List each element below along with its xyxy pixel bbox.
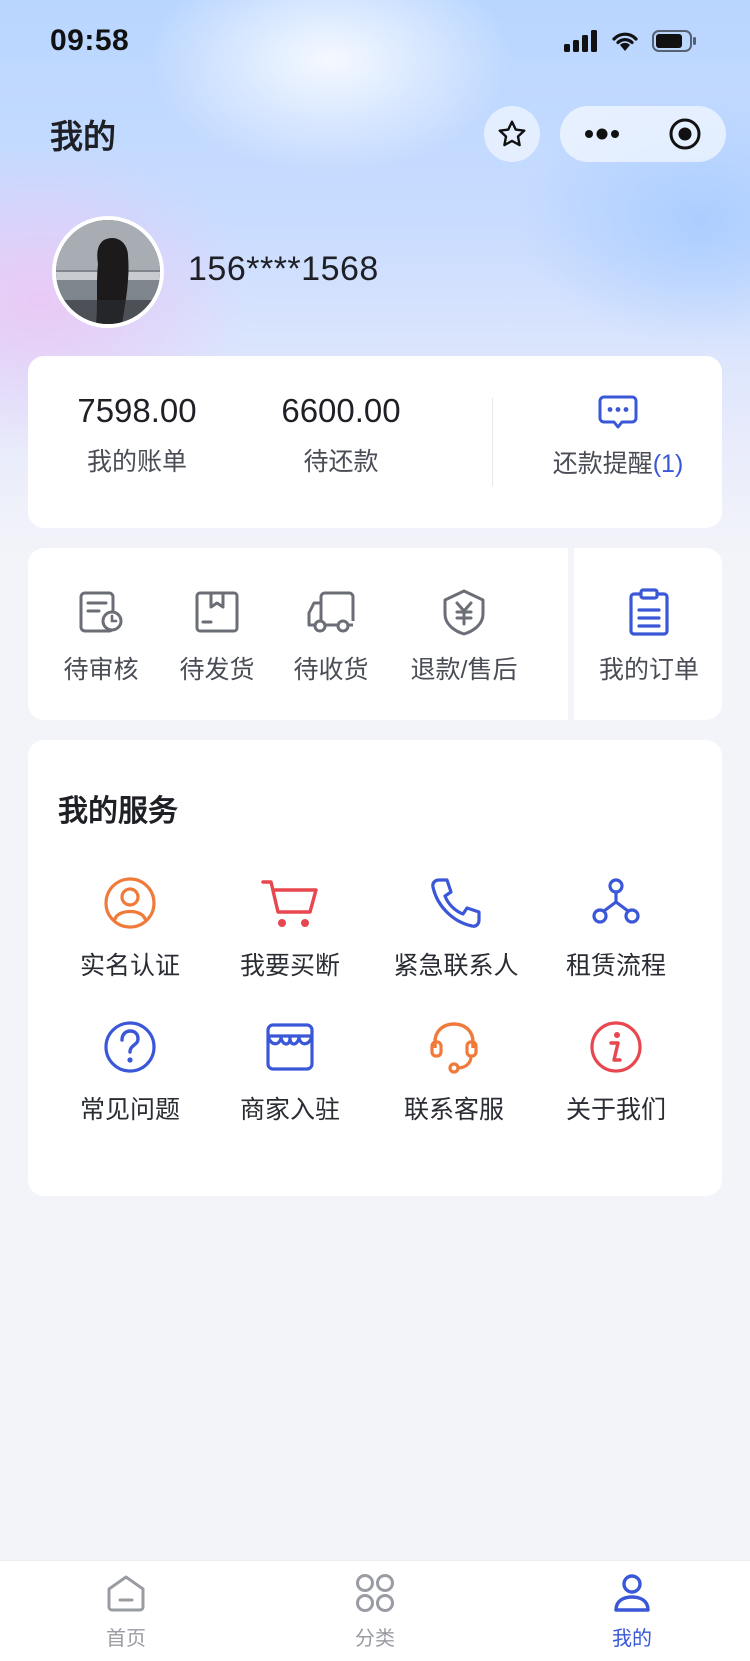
tab-label: 我的	[612, 1628, 652, 1650]
service-buyout[interactable]: 我要买断	[210, 872, 370, 982]
user-icon	[614, 1574, 650, 1612]
my-bill-label: 我的账单	[86, 448, 187, 476]
service-faq[interactable]: 常见问题	[50, 1016, 210, 1126]
service-real-name-auth[interactable]: 实名认证	[50, 872, 210, 982]
service-label: 商家入驻	[239, 1096, 340, 1124]
order-refund-aftersale[interactable]: 退款/售后	[394, 586, 534, 686]
service-label: 关于我们	[565, 1096, 666, 1124]
target-icon	[669, 118, 700, 150]
services-title: 我的服务	[58, 795, 178, 828]
divider	[492, 398, 493, 486]
service-label: 常见问题	[79, 1096, 180, 1124]
wifi-icon	[612, 32, 638, 51]
service-label: 紧急联系人	[393, 952, 519, 980]
clipboard-icon	[629, 588, 669, 636]
message-icon	[598, 395, 638, 429]
close-miniprogram-button[interactable]	[643, 106, 726, 162]
favorite-button[interactable]	[484, 106, 540, 162]
service-label: 实名认证	[79, 952, 180, 980]
miniprogram-capsule	[560, 106, 726, 162]
refund-shield-icon	[443, 589, 485, 636]
status-time: 09:58	[50, 24, 130, 57]
category-icon	[356, 1574, 394, 1612]
question-icon	[104, 1021, 156, 1073]
pending-repayment-value: 6600.00	[281, 392, 401, 429]
services-card: 我的服务 实名认证 我要买断 紧急联系人 租赁流程 常见问题 商家入驻 联系客服…	[28, 740, 722, 1196]
tab-label: 分类	[355, 1628, 395, 1650]
service-emergency-contact[interactable]: 紧急联系人	[376, 872, 536, 982]
order-label: 待收货	[293, 656, 369, 684]
avatar[interactable]	[52, 216, 164, 328]
order-label: 待发货	[179, 656, 255, 684]
order-to-ship[interactable]: 待发货	[174, 586, 260, 686]
page-title: 我的	[50, 118, 116, 155]
tab-category[interactable]: 分类	[315, 1573, 435, 1651]
signal-icon	[564, 30, 597, 52]
more-dots-icon	[584, 128, 619, 140]
reminder-label: 还款提醒	[552, 450, 653, 478]
tab-bar: 首页 分类 我的	[0, 1560, 750, 1661]
more-button[interactable]	[560, 106, 643, 162]
star-icon	[498, 120, 526, 147]
user-verify-icon	[104, 877, 156, 929]
orders-card: 待审核 待发货 待收货 退款/售后 我的订单	[28, 548, 722, 720]
username: 156****1568	[188, 250, 379, 288]
reminder-count: (1)	[652, 450, 684, 478]
tab-mine[interactable]: 我的	[572, 1573, 692, 1651]
pending-review-icon	[79, 591, 123, 633]
pending-repayment-label: 待还款	[303, 448, 379, 476]
service-about-us[interactable]: 关于我们	[536, 1016, 696, 1126]
bill-card: 7598.00 我的账单 6600.00 待还款 还款提醒(1)	[28, 356, 722, 528]
service-merchant-join[interactable]: 商家入驻	[210, 1016, 370, 1126]
my-bill-value: 7598.00	[77, 392, 197, 429]
service-label: 联系客服	[403, 1096, 504, 1124]
my-orders-button[interactable]: 我的订单	[594, 586, 704, 686]
my-bill-item[interactable]: 7598.00 我的账单	[66, 392, 208, 478]
service-label: 我要买断	[239, 952, 340, 980]
headset-icon	[430, 1022, 478, 1074]
tab-home[interactable]: 首页	[66, 1573, 186, 1651]
box-icon	[195, 591, 239, 633]
info-icon	[590, 1021, 642, 1073]
pending-repayment-item[interactable]: 6600.00 待还款	[270, 392, 412, 478]
cart-icon	[261, 880, 318, 927]
avatar-image	[56, 220, 160, 324]
order-to-receive[interactable]: 待收货	[288, 586, 374, 686]
tab-label: 首页	[106, 1628, 146, 1650]
flow-icon	[592, 878, 640, 924]
service-customer-support[interactable]: 联系客服	[374, 1016, 534, 1126]
status-icons	[564, 30, 698, 52]
store-icon	[266, 1023, 314, 1071]
truck-icon	[307, 591, 355, 633]
battery-icon	[652, 30, 696, 52]
service-label: 租赁流程	[565, 952, 666, 980]
order-label: 退款/售后	[410, 656, 518, 684]
my-orders-label: 我的订单	[598, 656, 699, 684]
order-pending-review[interactable]: 待审核	[58, 586, 144, 686]
repayment-reminder[interactable]: 还款提醒(1)	[528, 392, 708, 480]
orders-separator	[568, 548, 574, 720]
status-bar: 09:58	[0, 0, 750, 86]
service-lease-process[interactable]: 租赁流程	[536, 872, 696, 982]
order-label: 待审核	[63, 656, 139, 684]
phone-icon	[431, 878, 481, 928]
home-icon	[107, 1575, 145, 1612]
